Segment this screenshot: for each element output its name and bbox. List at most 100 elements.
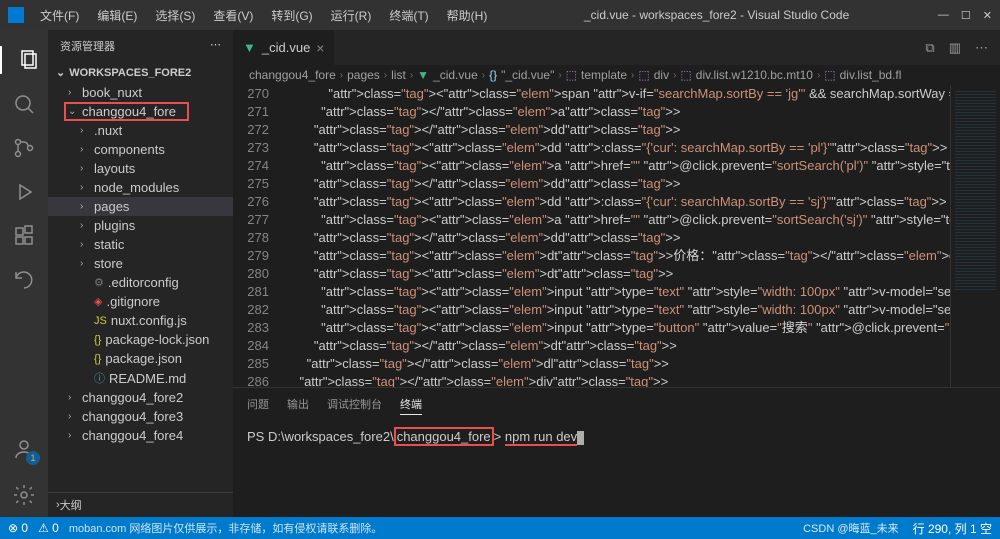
explorer-icon[interactable]: [0, 46, 48, 74]
tree-item-changgou4-fore4[interactable]: ›changgou4_fore4: [48, 426, 233, 445]
chevron-down-icon: ⌄: [56, 66, 65, 79]
close-icon[interactable]: ✕: [983, 9, 992, 22]
tree-item-plugins[interactable]: ›plugins: [48, 216, 233, 235]
tree-label: pages: [94, 199, 129, 214]
window-controls: — ☐ ✕: [938, 9, 992, 22]
tree-label: components: [94, 142, 165, 157]
git-icon: ◈: [94, 295, 102, 308]
tree-label: README.md: [109, 371, 186, 386]
workspace-title[interactable]: ⌄ WORKSPACES_FORE2: [48, 62, 233, 83]
tree-label: package.json: [105, 351, 182, 366]
terminal-path: PS D:\workspaces_fore2\: [247, 429, 394, 444]
line-numbers: 2702712722732742752762772782792802812822…: [233, 85, 285, 387]
settings-icon[interactable]: [10, 481, 38, 509]
tree-item-changgou4-fore[interactable]: ⌄changgou4_fore: [48, 102, 233, 121]
tree-item-node-modules[interactable]: ›node_modules: [48, 178, 233, 197]
menu-file[interactable]: 文件(F): [32, 3, 87, 28]
tree-item-changgou4-fore2[interactable]: ›changgou4_fore2: [48, 388, 233, 407]
cube-icon: ⬚: [566, 68, 577, 82]
tree-item-package-lock-json[interactable]: {}package-lock.json: [48, 330, 233, 349]
terminal-cursor: [577, 431, 584, 445]
menu-select[interactable]: 选择(S): [147, 3, 203, 28]
tab-label: _cid.vue: [262, 40, 310, 55]
window-title: _cid.vue - workspaces_fore2 - Visual Stu…: [495, 8, 938, 22]
tree-label: node_modules: [94, 180, 179, 195]
tree-item-static[interactable]: ›static: [48, 235, 233, 254]
tree-label: changgou4_fore2: [82, 390, 183, 405]
code-content[interactable]: "attr">class="tag"><"attr">class="elem">…: [285, 85, 950, 387]
json-icon: {}: [94, 334, 101, 346]
status-bar: ⊗ 0 ⚠ 0 moban.com 网络图片仅供展示，非存储，如有侵权请联系删除…: [0, 517, 1000, 539]
tree-label: nuxt.config.js: [111, 313, 187, 328]
close-tab-icon[interactable]: ×: [316, 40, 324, 56]
watermark: moban.com 网络图片仅供展示，非存储，如有侵权请联系删除。: [69, 520, 383, 536]
tree-item-package-json[interactable]: {}package.json: [48, 349, 233, 368]
tree-item--nuxt[interactable]: ›.nuxt: [48, 121, 233, 140]
tree-item-readme-md[interactable]: ⓘ README.md: [48, 368, 233, 388]
status-errors[interactable]: ⊗ 0: [8, 521, 28, 535]
panel-tab-output[interactable]: 输出: [287, 394, 309, 415]
maximize-icon[interactable]: ☐: [961, 9, 971, 22]
tree-label: .editorconfig: [108, 275, 179, 290]
menu-view[interactable]: 查看(V): [205, 3, 261, 28]
panel-tab-debug[interactable]: 调试控制台: [327, 394, 382, 415]
search-icon[interactable]: [10, 90, 38, 118]
sidebar-header: 资源管理器 ⋯: [48, 30, 233, 62]
md-icon: ⓘ: [94, 370, 105, 386]
revert-icon[interactable]: [10, 266, 38, 294]
panel-tab-problems[interactable]: 问题: [247, 394, 269, 415]
minimap[interactable]: [950, 85, 1000, 387]
code-editor[interactable]: 2702712722732742752762772782792802812822…: [233, 85, 1000, 387]
run-debug-icon[interactable]: [10, 178, 38, 206]
tree-item-book-nuxt[interactable]: ›book_nuxt: [48, 83, 233, 102]
status-cursor-pos[interactable]: 行 290, 列 1 空: [913, 520, 992, 537]
cube-icon: ⬚: [680, 68, 691, 82]
editor-area: ▼ _cid.vue × ⧉ ▥ ⋯ changgou4_fore› pages…: [233, 30, 1000, 517]
vue-icon: ▼: [243, 40, 256, 55]
menu-edit[interactable]: 编辑(E): [89, 3, 145, 28]
terminal-dir-highlight: changgou4_fore: [394, 427, 494, 446]
vscode-logo: [8, 7, 24, 23]
main-menu: 文件(F) 编辑(E) 选择(S) 查看(V) 转到(G) 运行(R) 终端(T…: [32, 3, 495, 28]
menu-help[interactable]: 帮助(H): [439, 3, 496, 28]
tree-label: changgou4_fore3: [82, 409, 183, 424]
panel-tab-terminal[interactable]: 终端: [400, 394, 422, 415]
extensions-icon[interactable]: [10, 222, 38, 250]
tree-label: static: [94, 237, 124, 252]
menu-terminal[interactable]: 终端(T): [381, 3, 436, 28]
compare-icon[interactable]: ⧉: [925, 40, 934, 56]
tree-item-changgou4-fore3[interactable]: ›changgou4_fore3: [48, 407, 233, 426]
vue-icon: ▼: [417, 68, 429, 82]
accounts-icon[interactable]: 1: [10, 435, 38, 463]
tab-cid-vue[interactable]: ▼ _cid.vue ×: [233, 30, 334, 65]
tree-label: .gitignore: [106, 294, 159, 309]
tree-item-components[interactable]: ›components: [48, 140, 233, 159]
watermark2: CSDN @晦蓝_未来: [803, 520, 899, 537]
tree-item--editorconfig[interactable]: ⚙.editorconfig: [48, 273, 233, 292]
terminal-cmd-highlight: npm run dev: [505, 429, 577, 446]
tree-item-nuxt-config-js[interactable]: JS nuxt.config.js: [48, 311, 233, 330]
minimize-icon[interactable]: —: [938, 9, 949, 22]
source-control-icon[interactable]: [10, 134, 38, 162]
tree-item-pages[interactable]: ›pages: [48, 197, 233, 216]
tree-label: changgou4_fore4: [82, 428, 183, 443]
cube-icon: ⬚: [638, 68, 649, 82]
menu-goto[interactable]: 转到(G): [263, 3, 320, 28]
status-warnings[interactable]: ⚠ 0: [38, 521, 59, 535]
tree-label: layouts: [94, 161, 135, 176]
more-icon[interactable]: ⋯: [210, 38, 221, 54]
tree-item-layouts[interactable]: ›layouts: [48, 159, 233, 178]
tree-item--gitignore[interactable]: ◈ .gitignore: [48, 292, 233, 311]
tree-item-store[interactable]: ›store: [48, 254, 233, 273]
tree-label: store: [94, 256, 123, 271]
menu-run[interactable]: 运行(R): [323, 3, 380, 28]
breadcrumb[interactable]: changgou4_fore› pages› list› ▼_cid.vue› …: [233, 65, 1000, 85]
more-icon[interactable]: ⋯: [975, 40, 988, 56]
titlebar: 文件(F) 编辑(E) 选择(S) 查看(V) 转到(G) 运行(R) 终端(T…: [0, 0, 1000, 30]
outline-section[interactable]: › 大纲: [48, 492, 233, 517]
bottom-panel: 问题 输出 调试控制台 终端 PS D:\workspaces_fore2\ch…: [233, 387, 1000, 517]
split-icon[interactable]: ▥: [949, 40, 961, 56]
file-tree: ›book_nuxt⌄changgou4_fore›.nuxt›componen…: [48, 83, 233, 492]
js-icon: JS: [94, 315, 107, 327]
terminal[interactable]: PS D:\workspaces_fore2\changgou4_fore> n…: [233, 421, 1000, 517]
